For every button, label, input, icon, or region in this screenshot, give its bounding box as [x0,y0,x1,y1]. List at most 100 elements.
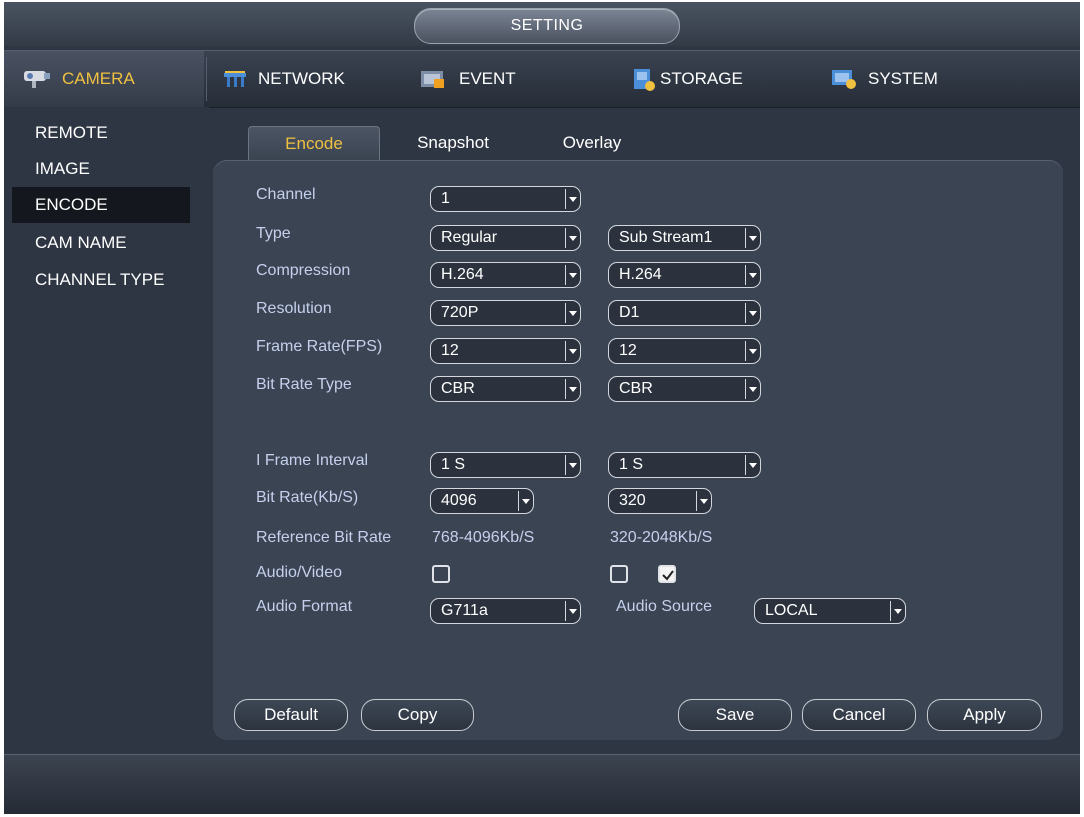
type-sub-select[interactable]: Sub Stream1 [608,225,761,251]
bit-rate-type-sub-value: CBR [619,380,653,397]
reference-bit-rate-main: 768-4096Kb/S [432,529,535,546]
audio-sub-checkbox[interactable] [658,565,676,583]
bit-rate-main-value: 4096 [441,492,477,509]
copy-button[interactable]: Copy [361,699,474,731]
chevron-down-icon [518,491,533,511]
type-main-select[interactable]: Regular [430,225,581,251]
audio-format-value: G711a [441,602,488,619]
channel-label: Channel [256,186,316,203]
audio-source-value: LOCAL [765,602,818,619]
i-frame-interval-label: I Frame Interval [256,452,369,469]
bit-rate-main-select[interactable]: 4096 [430,488,534,514]
nav-tab-camera[interactable]: CAMERA [4,51,204,107]
nav-tab-label: NETWORK [258,69,345,88]
frame-rate-sub-select[interactable]: 12 [608,338,761,364]
resolution-sub-value: D1 [619,304,640,321]
resolution-main-select[interactable]: 720P [430,300,581,326]
audio-format-label: Audio Format [256,598,353,615]
i-frame-sub-select[interactable]: 1 S [608,452,761,478]
chevron-down-icon [745,455,760,475]
audio-video-sub-checkbox[interactable] [610,565,628,583]
channel-select[interactable]: 1 [430,186,581,212]
type-sub-value: Sub Stream1 [619,229,713,246]
audio-format-select[interactable]: G711a [430,598,581,624]
nav-tab-event[interactable]: EVENT [419,51,516,107]
bit-rate-type-sub-select[interactable]: CBR [608,376,761,402]
bit-rate-type-main-value: CBR [441,380,475,397]
system-icon [830,67,858,91]
sidebar: REMOTE IMAGE ENCODE CAM NAME CHANNEL TYP… [4,107,209,752]
chevron-down-icon [565,189,580,209]
frame-rate-main-select[interactable]: 12 [430,338,581,364]
chevron-down-icon [696,491,711,511]
window-title: SETTING [414,8,680,44]
compression-main-select[interactable]: H.264 [430,262,581,288]
save-button[interactable]: Save [678,699,792,731]
tab-encode[interactable]: Encode [248,126,380,161]
audio-source-select[interactable]: LOCAL [754,598,906,624]
check-icon [662,570,674,581]
sidebar-item-remote[interactable]: REMOTE [12,115,190,151]
bit-rate-sub-select[interactable]: 320 [608,488,712,514]
title-bar: SETTING [4,2,1080,46]
tab-overlay[interactable]: Overlay [542,126,642,160]
bit-rate-type-label: Bit Rate Type [256,376,352,393]
frame-rate-main-value: 12 [441,342,459,359]
chevron-down-icon [565,379,580,399]
nav-tab-storage[interactable]: STORAGE [632,51,743,107]
chevron-down-icon [745,379,760,399]
bit-rate-type-main-select[interactable]: CBR [430,376,581,402]
chevron-down-icon [745,265,760,285]
channel-value: 1 [441,190,450,207]
nav-divider [206,57,207,101]
reference-bit-rate-label: Reference Bit Rate [256,529,392,546]
audio-source-label: Audio Source [616,598,713,615]
camera-icon [22,67,52,91]
chevron-down-icon [565,455,580,475]
storage-icon [632,67,656,91]
nav-tab-label: SYSTEM [868,69,938,88]
nav-tab-system[interactable]: SYSTEM [830,51,938,107]
bottom-bar [4,754,1080,814]
compression-label: Compression [256,262,351,279]
chevron-down-icon [745,341,760,361]
type-label: Type [256,225,291,242]
apply-button[interactable]: Apply [927,699,1042,731]
chevron-down-icon [565,601,580,621]
audio-video-label: Audio/Video [256,564,342,581]
chevron-down-icon [565,341,580,361]
resolution-main-value: 720P [441,304,479,321]
i-frame-main-select[interactable]: 1 S [430,452,581,478]
default-button[interactable]: Default [234,699,348,731]
event-icon [419,67,449,91]
nav-tab-label: CAMERA [62,69,135,88]
tab-snapshot[interactable]: Snapshot [398,126,508,160]
nav-tab-label: EVENT [459,69,516,88]
compression-sub-value: H.264 [619,266,662,283]
i-frame-main-value: 1 S [441,456,466,473]
bit-rate-label: Bit Rate(Kb/S) [256,489,359,506]
network-icon [222,67,248,91]
sidebar-item-cam-name[interactable]: CAM NAME [12,225,190,261]
audio-video-main-checkbox[interactable] [432,565,450,583]
type-main-value: Regular [441,229,498,246]
sidebar-item-channel-type[interactable]: CHANNEL TYPE [12,262,190,298]
nav-tab-network[interactable]: NETWORK [222,51,345,107]
chevron-down-icon [565,303,580,323]
chevron-down-icon [745,228,760,248]
bit-rate-sub-value: 320 [619,492,646,509]
resolution-label: Resolution [256,300,332,317]
frame-rate-sub-value: 12 [619,342,637,359]
sidebar-item-encode[interactable]: ENCODE [12,187,190,223]
compression-sub-select[interactable]: H.264 [608,262,761,288]
compression-main-value: H.264 [441,266,484,283]
reference-bit-rate-sub: 320-2048Kb/S [610,529,713,546]
chevron-down-icon [565,265,580,285]
resolution-sub-select[interactable]: D1 [608,300,761,326]
cancel-button[interactable]: Cancel [802,699,916,731]
sidebar-item-image[interactable]: IMAGE [12,151,190,187]
nav-tab-label: STORAGE [660,69,743,88]
top-nav: CAMERA NETWORK EVENT STORAGE SYSTEM [4,50,1080,108]
frame-rate-label: Frame Rate(FPS) [256,338,383,355]
chevron-down-icon [745,303,760,323]
